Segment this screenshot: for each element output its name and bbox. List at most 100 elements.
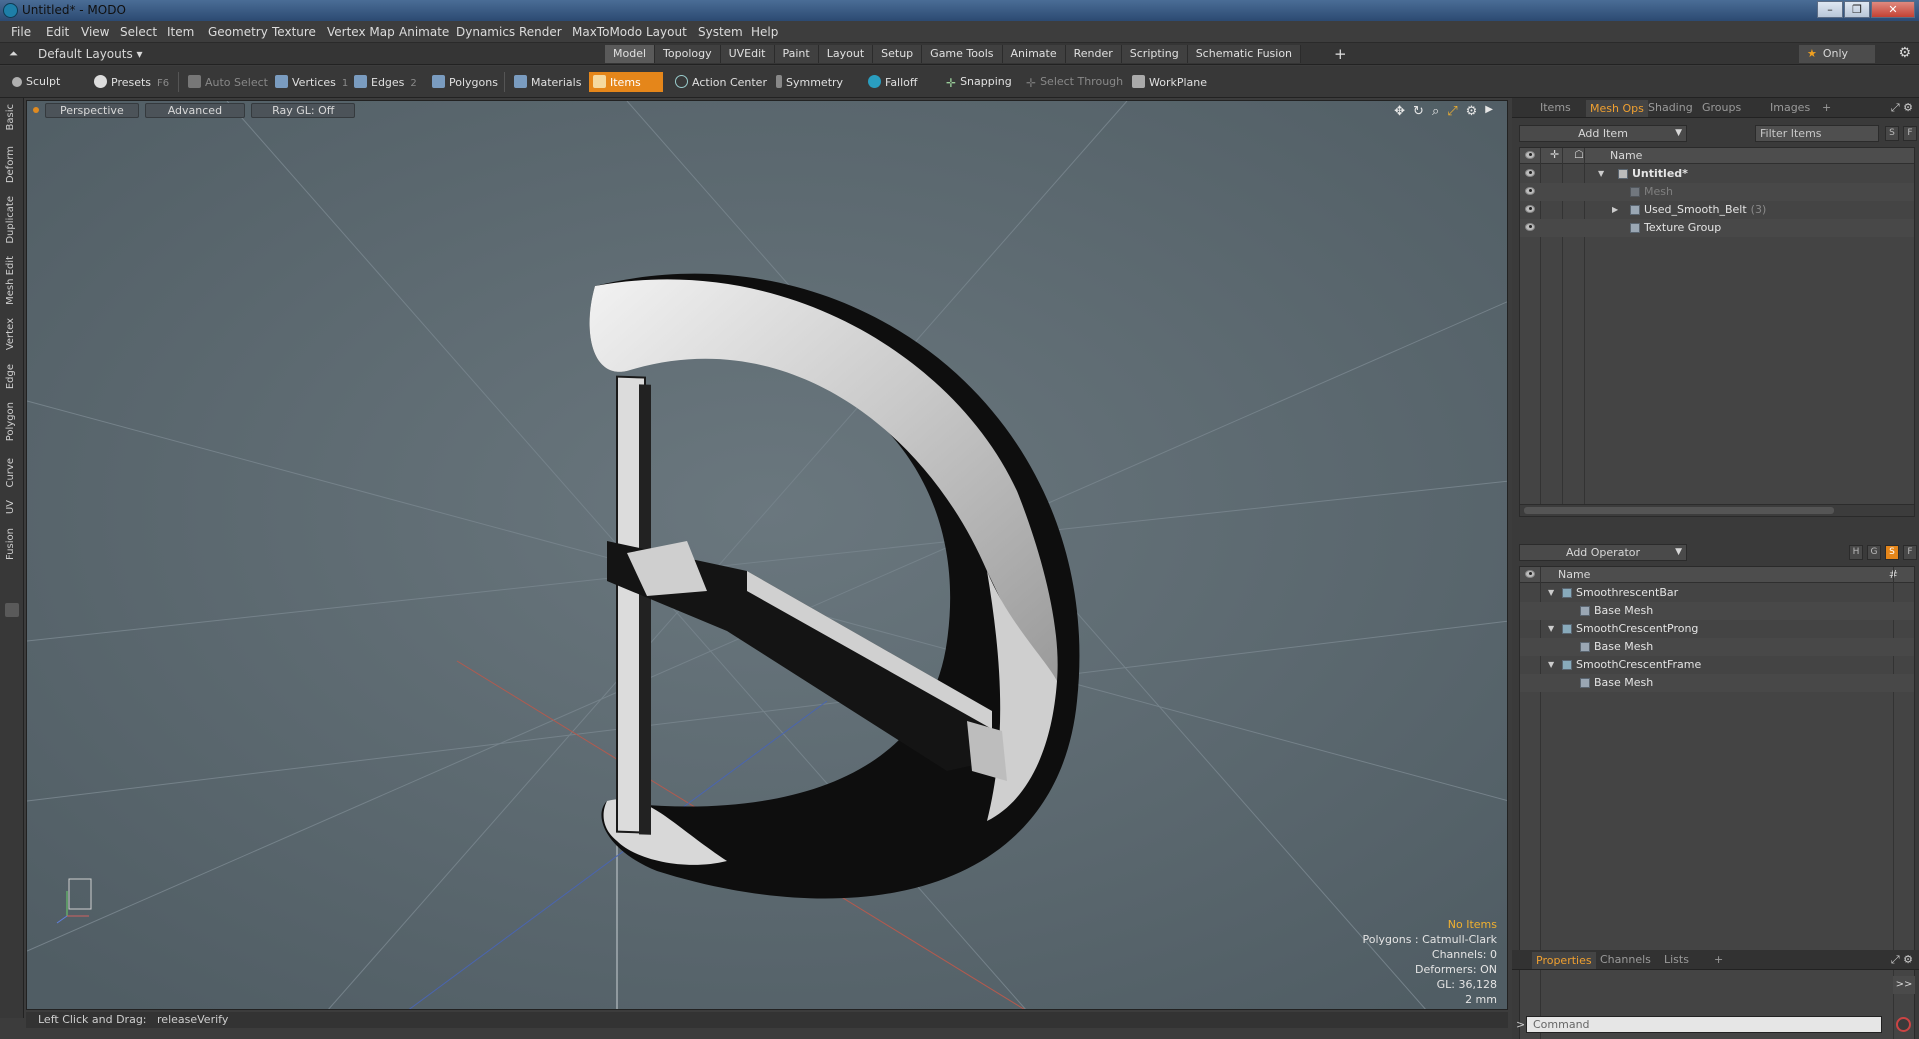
rotate-icon[interactable]: ↻ <box>1413 104 1424 119</box>
operator-row[interactable]: ▼ SmoothCrescentFrame <box>1520 656 1914 674</box>
tab-topology[interactable]: Topology <box>655 45 721 63</box>
menu-render[interactable]: Render <box>519 25 562 39</box>
auto-select-button[interactable]: Auto Select <box>184 72 272 92</box>
gear-icon[interactable]: ⚙ <box>1898 45 1911 61</box>
vtab-basic[interactable]: Basic <box>5 104 16 130</box>
fit-icon[interactable]: ⤢ <box>1447 104 1457 119</box>
viewport-options-icon[interactable] <box>33 107 39 113</box>
menu-layout[interactable]: Layout <box>646 25 687 39</box>
edges-button[interactable]: Edges 2 <box>350 72 421 92</box>
vtab-uv[interactable]: UV <box>5 500 16 514</box>
perspective-dropdown[interactable]: Perspective <box>45 103 139 118</box>
eye-icon[interactable] <box>1525 187 1535 195</box>
collapse-icon[interactable]: ▼ <box>1548 620 1554 638</box>
operator-row[interactable]: Base Mesh <box>1520 638 1914 656</box>
tree-row-mesh[interactable]: Mesh <box>1520 183 1914 201</box>
polygons-button[interactable]: Polygons <box>428 72 502 92</box>
tab-properties[interactable]: Properties <box>1532 952 1596 969</box>
item-tree-hscroll[interactable] <box>1520 504 1914 516</box>
tool-options-button[interactable] <box>5 603 19 617</box>
menu-maxtomodo[interactable]: MaxToModo <box>572 25 642 39</box>
eye-icon[interactable] <box>1525 169 1535 177</box>
tab-paint[interactable]: Paint <box>774 45 819 63</box>
operator-h-button[interactable]: H <box>1849 545 1863 560</box>
tab-model[interactable]: Model <box>605 45 656 63</box>
panel-expand-icon[interactable]: ⤢ ⚙ <box>1891 953 1913 967</box>
menu-edit[interactable]: Edit <box>46 25 69 39</box>
tree-row-texture-group[interactable]: Texture Group <box>1520 219 1914 237</box>
filter-f-button[interactable]: F <box>1903 126 1917 141</box>
menu-texture[interactable]: Texture <box>272 25 316 39</box>
add-operator-dropdown[interactable]: Add Operator ▼ <box>1519 544 1687 561</box>
menu-animate[interactable]: Animate <box>399 25 449 39</box>
collapse-icon[interactable]: ▼ <box>1548 656 1554 674</box>
vtab-deform[interactable]: Deform <box>5 146 16 183</box>
falloff-button[interactable]: Falloff <box>864 72 921 92</box>
raygl-dropdown[interactable]: Ray GL: Off <box>251 103 356 118</box>
tab-animate[interactable]: Animate <box>1002 45 1066 63</box>
select-through-button[interactable]: ✛ Select Through <box>1022 72 1127 92</box>
operator-row[interactable]: Base Mesh <box>1520 602 1914 620</box>
collapse-icon[interactable]: ▼ <box>1548 584 1554 602</box>
zoom-icon[interactable]: ⌕ <box>1432 104 1439 119</box>
layout-dropdown[interactable]: Default Layouts ▾ <box>38 47 143 61</box>
tab-items[interactable]: Items <box>1540 101 1571 114</box>
add-item-dropdown[interactable]: Add Item ▼ <box>1519 125 1687 142</box>
tab-layout[interactable]: Layout <box>818 45 874 63</box>
layout-toggle-icon[interactable]: ⏶ <box>9 47 18 61</box>
items-button[interactable]: Items <box>589 72 663 92</box>
tab-images[interactable]: Images <box>1770 101 1810 114</box>
add-panel-tab-button[interactable]: + <box>1822 101 1831 114</box>
filter-s-button[interactable]: S <box>1885 126 1899 141</box>
tab-channels[interactable]: Channels <box>1600 953 1651 966</box>
tab-render[interactable]: Render <box>1065 45 1122 63</box>
add-tab-button[interactable]: + <box>1334 45 1347 63</box>
shading-dropdown[interactable]: Advanced <box>144 103 246 118</box>
scene-canvas[interactable] <box>27 101 1508 1010</box>
tree-row-untitled[interactable]: ▼ Untitled* <box>1520 165 1914 183</box>
vtab-duplicate[interactable]: Duplicate <box>5 196 16 244</box>
action-center-button[interactable]: Action Center <box>671 72 771 92</box>
tab-uvedit[interactable]: UVEdit <box>720 45 775 63</box>
sculpt-button[interactable]: Sculpt <box>8 72 64 92</box>
command-input[interactable]: Command <box>1526 1016 1882 1033</box>
menu-file[interactable]: File <box>11 25 31 39</box>
expand-icon[interactable]: ▶ <box>1612 201 1618 219</box>
vtab-curve[interactable]: Curve <box>5 458 16 488</box>
operator-row[interactable]: ▼ SmoothrescentBar <box>1520 584 1914 602</box>
operator-g-button[interactable]: G <box>1867 545 1881 560</box>
operator-s-button[interactable]: S <box>1885 545 1899 560</box>
menu-system[interactable]: System <box>698 25 743 39</box>
maximize-button[interactable]: ❐ <box>1844 1 1870 18</box>
tab-mesh-ops[interactable]: Mesh Ops <box>1586 100 1648 117</box>
vtab-fusion[interactable]: Fusion <box>5 528 16 560</box>
operator-row[interactable]: Base Mesh <box>1520 674 1914 692</box>
vtab-vertex[interactable]: Vertex <box>5 318 16 350</box>
operator-row[interactable]: ▼ SmoothCrescentProng <box>1520 620 1914 638</box>
tab-game-tools[interactable]: Game Tools <box>922 45 1003 63</box>
record-macro-icon[interactable] <box>1896 1017 1911 1032</box>
tab-scripting[interactable]: Scripting <box>1121 45 1188 63</box>
menu-vertex-map[interactable]: Vertex Map <box>327 25 395 39</box>
tab-shading[interactable]: Shading <box>1648 101 1693 114</box>
eye-icon[interactable] <box>1525 205 1535 213</box>
panel-expand-icon[interactable]: ⤢ ⚙ <box>1891 101 1913 115</box>
vtab-mesh-edit[interactable]: Mesh Edit <box>5 256 16 305</box>
menu-view[interactable]: View <box>81 25 109 39</box>
tab-setup[interactable]: Setup <box>873 45 923 63</box>
tree-row-used-smooth-belt[interactable]: ▶ Used_Smooth_Belt (3) <box>1520 201 1914 219</box>
viewport-gear-icon[interactable]: ⚙ <box>1466 104 1478 119</box>
materials-button[interactable]: Materials <box>510 72 585 92</box>
symmetry-button[interactable]: Symmetry <box>772 72 847 92</box>
vertices-button[interactable]: Vertices 1 <box>271 72 352 92</box>
3d-viewport[interactable]: Perspective Advanced Ray GL: Off ✥ ↻ ⌕ ⤢… <box>26 100 1508 1010</box>
menu-dynamics[interactable]: Dynamics <box>456 25 515 39</box>
expand-properties-button[interactable]: >> <box>1893 976 1915 994</box>
tab-schematic-fusion[interactable]: Schematic Fusion <box>1187 45 1302 63</box>
close-button[interactable]: ✕ <box>1871 1 1915 18</box>
tab-lists[interactable]: Lists <box>1664 953 1689 966</box>
snapping-button[interactable]: ✛ Snapping <box>942 72 1016 92</box>
only-button[interactable]: ★ Only <box>1799 45 1875 63</box>
presets-button[interactable]: Presets F6 <box>90 72 173 92</box>
pan-icon[interactable]: ✥ <box>1394 104 1405 119</box>
